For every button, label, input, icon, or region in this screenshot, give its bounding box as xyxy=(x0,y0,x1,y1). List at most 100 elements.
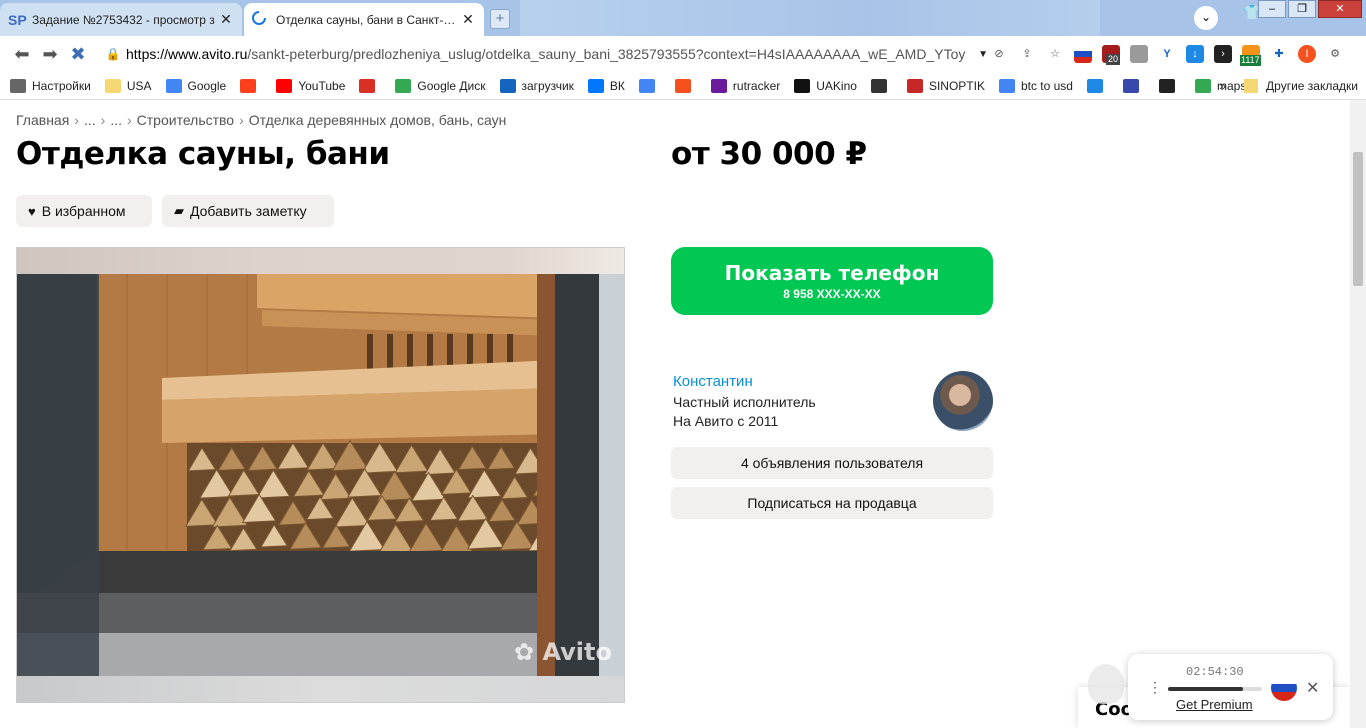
subscribe-button[interactable]: Подписаться на продавца xyxy=(671,487,993,519)
infinity-icon xyxy=(499,78,516,93)
star-icon xyxy=(710,78,727,93)
bitcoin-extension-icon[interactable]: 1117 xyxy=(1240,45,1261,66)
breadcrumb-item[interactable]: ... xyxy=(110,112,122,128)
lock-icon[interactable]: 🔒 xyxy=(100,47,126,61)
scrollbar-thumb[interactable] xyxy=(1353,152,1363,286)
tab-task[interactable]: SP Задание №2753432 - просмотр з ✕ xyxy=(0,3,242,36)
stop-icon[interactable]: ✖ xyxy=(64,44,92,65)
add-note-button[interactable]: ▰ Добавить заметку xyxy=(162,195,334,227)
bookmarks-right: » Другие закладки xyxy=(1219,72,1358,99)
breadcrumb-separator-icon: › xyxy=(74,112,79,128)
seller-name-link[interactable]: Константин xyxy=(673,373,753,390)
forward-icon[interactable]: ➡ xyxy=(36,44,64,65)
tab-close-icon[interactable]: ✕ xyxy=(218,11,234,28)
tab-avito[interactable]: Отделка сауны, бани в Санкт-Пет ✕ xyxy=(244,3,484,36)
blocked-popup-icon[interactable]: ⊘ xyxy=(990,45,1008,63)
bc-icon xyxy=(1158,78,1175,93)
seller-type: Частный исполнитель xyxy=(673,394,816,410)
bookmark-item[interactable] xyxy=(359,78,381,93)
briefcase-extension-icon[interactable] xyxy=(1130,45,1148,63)
shield-extension-icon[interactable]: 20 xyxy=(1102,45,1121,65)
bookmark-item[interactable]: Настройки xyxy=(10,78,91,93)
flag-ru-icon[interactable] xyxy=(1074,45,1092,63)
bookmark-label: Настройки xyxy=(32,78,91,93)
other-bookmarks-label[interactable]: Другие закладки xyxy=(1266,79,1358,93)
seller-since: На Авито с 2011 xyxy=(673,413,779,429)
user-ads-button[interactable]: 4 объявления пользователя xyxy=(671,447,993,479)
google-icon xyxy=(165,78,182,93)
breadcrumb-item[interactable]: Строительство xyxy=(137,112,234,128)
arrow-icon xyxy=(1122,78,1139,93)
seller-avatar[interactable] xyxy=(933,371,993,431)
bookmark-label: Google Диск xyxy=(417,78,486,93)
bookmark-label: ВК xyxy=(609,78,625,93)
y-extension-icon[interactable]: Y xyxy=(1158,45,1176,63)
favorite-button[interactable]: ♥ В избранном xyxy=(16,195,152,227)
menu-settings-icon[interactable]: ⚙ xyxy=(1326,45,1344,63)
maps-icon xyxy=(1194,78,1211,93)
session-timer: 02:54:30 xyxy=(1186,665,1244,679)
bookmark-item[interactable] xyxy=(674,78,697,93)
get-premium-link[interactable]: Get Premium xyxy=(1176,697,1253,712)
bookmark-item[interactable]: SINOPTIK xyxy=(906,78,985,93)
bookmark-item[interactable] xyxy=(1086,78,1109,93)
tab-title: Отделка сауны, бани в Санкт-Пет xyxy=(276,12,460,27)
russia-flag-icon[interactable] xyxy=(1271,675,1297,701)
f-icon xyxy=(674,78,691,93)
bookmark-item[interactable]: rutracker xyxy=(710,78,780,93)
maximize-icon[interactable]: ❐ xyxy=(1288,0,1316,18)
session-progress xyxy=(1168,687,1262,691)
breadcrumb-separator-icon: › xyxy=(239,112,244,128)
show-phone-button[interactable]: Показать телефон 8 958 XXX-XX-XX xyxy=(671,247,993,315)
terminal-extension-icon[interactable]: › xyxy=(1214,45,1232,63)
bookmark-label: UAKino xyxy=(816,78,857,93)
bookmark-label: YouTube xyxy=(298,78,346,93)
bookmark-item[interactable]: ВК xyxy=(587,78,625,93)
loading-spinner-icon xyxy=(252,11,270,28)
breadcrumb-item[interactable]: Отделка деревянных домов, бань, саун xyxy=(249,112,507,128)
minimize-icon[interactable]: – xyxy=(1258,0,1286,18)
bookmark-item[interactable]: btc to usd xyxy=(998,78,1073,93)
bookmark-star-icon[interactable]: ☆ xyxy=(1046,45,1064,63)
note-label: Добавить заметку xyxy=(190,203,307,219)
photo-blur-bottom xyxy=(17,676,624,702)
bookmark-item[interactable] xyxy=(870,78,893,93)
bookmark-item[interactable] xyxy=(1158,78,1181,93)
bookmark-item[interactable] xyxy=(240,78,262,93)
bookmark-item[interactable] xyxy=(638,78,661,93)
more-options-icon[interactable]: ⋮ xyxy=(1148,679,1162,696)
bookmark-item[interactable]: загрузчик xyxy=(499,78,574,93)
window-close-icon[interactable]: ✕ xyxy=(1318,0,1362,18)
page-scrollbar[interactable] xyxy=(1350,100,1366,728)
film-icon xyxy=(794,78,811,93)
download-extension-icon[interactable]: ↓ xyxy=(1186,45,1204,63)
bookmark-item[interactable]: USA xyxy=(104,78,152,93)
bookmark-item[interactable]: Google Диск xyxy=(395,78,486,93)
gear-icon xyxy=(10,78,26,93)
puzzle-extensions-icon[interactable]: ✚ xyxy=(1270,45,1288,63)
widget-close-icon[interactable]: ✕ xyxy=(1306,678,1319,698)
bookmark-label: загрузчик xyxy=(521,78,574,93)
toolbar-icons: ⊘ ⇪ ☆ 20 Y ↓ › 1117 ✚ I ⚙ xyxy=(990,36,1344,72)
page-title: Отделка сауны, бани xyxy=(16,136,390,172)
bookmark-item[interactable] xyxy=(1122,78,1145,93)
tab-close-icon[interactable]: ✕ xyxy=(460,11,476,28)
breadcrumb-item[interactable]: Главная xyxy=(16,112,69,128)
tab-search-icon[interactable]: ⌄ xyxy=(1194,6,1218,30)
dropdown-arrow-icon[interactable]: ▼ xyxy=(978,49,988,60)
bookmarks-bar: Настройки USA Google YouTube Google Диск загр… xyxy=(0,72,1366,100)
url-text[interactable]: https://www.avito.ru/sankt-peterburg/pre… xyxy=(126,46,974,62)
bookmark-item[interactable]: YouTube xyxy=(276,78,346,93)
address-bar[interactable]: 🔒 https://www.avito.ru/sankt-peterburg/p… xyxy=(100,40,988,68)
share-icon[interactable]: ⇪ xyxy=(1018,45,1036,63)
new-tab-button[interactable]: + xyxy=(490,9,510,29)
listing-photo[interactable]: ✿ Avito xyxy=(16,247,625,703)
profile-avatar[interactable]: I xyxy=(1298,45,1316,63)
phone-number-masked: 8 958 XXX-XX-XX xyxy=(783,287,881,301)
bookmark-item[interactable]: Google xyxy=(165,78,226,93)
back-icon[interactable]: ⬅ xyxy=(8,44,36,65)
breadcrumb-item[interactable]: ... xyxy=(84,112,96,128)
bookmark-item[interactable]: UAKino xyxy=(794,78,857,93)
bookmarks-more-icon[interactable]: » xyxy=(1219,79,1226,93)
sp-favicon-icon: SP xyxy=(8,11,27,28)
